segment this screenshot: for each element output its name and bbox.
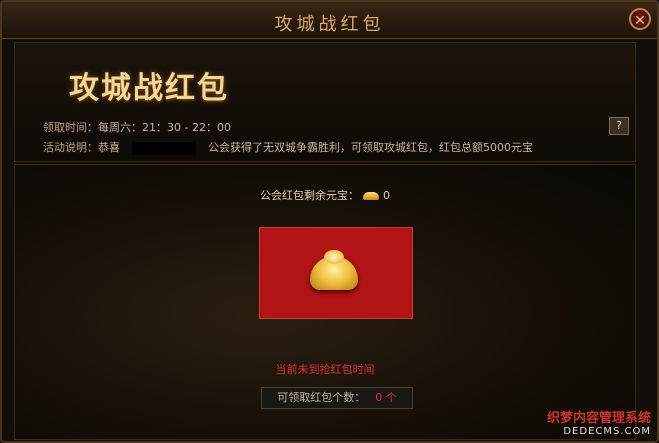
red-envelope-button[interactable]	[259, 227, 413, 319]
watermark: 织梦内容管理系统 DEDECMS.COM	[547, 407, 651, 437]
status-message: 当前未到抢红包时间	[275, 363, 375, 376]
remaining-ingots-label: 公会红包剩余元宝：	[260, 189, 359, 202]
window-title: 攻城战红包	[274, 14, 385, 35]
claim-time-line: 领取时间：每周六：21：30 - 22：00	[43, 119, 231, 135]
activity-desc-line: 活动说明：恭喜 公会获得了无双城争霸胜利，可领取攻城红包，红包总额5000元宝	[43, 139, 533, 155]
title-bar: 攻城战红包 ✕	[2, 2, 657, 39]
claimable-count-box: 可领取红包个数： 0 个	[261, 387, 413, 409]
activity-desc-label: 活动说明：	[43, 141, 98, 154]
activity-desc-text: 公会获得了无双城争霸胜利，可领取攻城红包，红包总额5000元宝	[208, 141, 533, 154]
page-title: 攻城战红包	[69, 71, 229, 106]
watermark-line1: 织梦内容管理系统	[546, 411, 651, 426]
claim-time-label: 领取时间：	[43, 121, 98, 134]
gold-ingot-icon	[310, 250, 358, 290]
gold-ingot-icon	[363, 192, 379, 200]
remaining-ingots-value: 0	[383, 189, 390, 202]
claimable-count-value: 0 个	[375, 391, 397, 404]
claimable-count-label: 可领取红包个数：	[277, 391, 366, 404]
remaining-ingots-line: 公会红包剩余元宝： 0	[15, 187, 635, 203]
red-packet-window: 攻城战红包 ✕ 攻城战红包 领取时间：每周六：21：30 - 22：00 活动说…	[0, 0, 659, 443]
header-panel: 攻城战红包 领取时间：每周六：21：30 - 22：00 活动说明：恭喜 公会获得…	[14, 42, 636, 162]
main-panel: 公会红包剩余元宝： 0 当前未到抢红包时间 可领取红包个数： 0 个	[14, 164, 636, 440]
redacted-guild-name	[132, 141, 196, 155]
help-button[interactable]: ?	[609, 117, 629, 135]
claim-time-value: 每周六：21：30 - 22：00	[98, 121, 231, 134]
activity-desc-prefix: 恭喜	[98, 141, 120, 154]
watermark-line2: DEDECMS.COM	[563, 426, 651, 437]
close-icon[interactable]: ✕	[629, 8, 651, 30]
